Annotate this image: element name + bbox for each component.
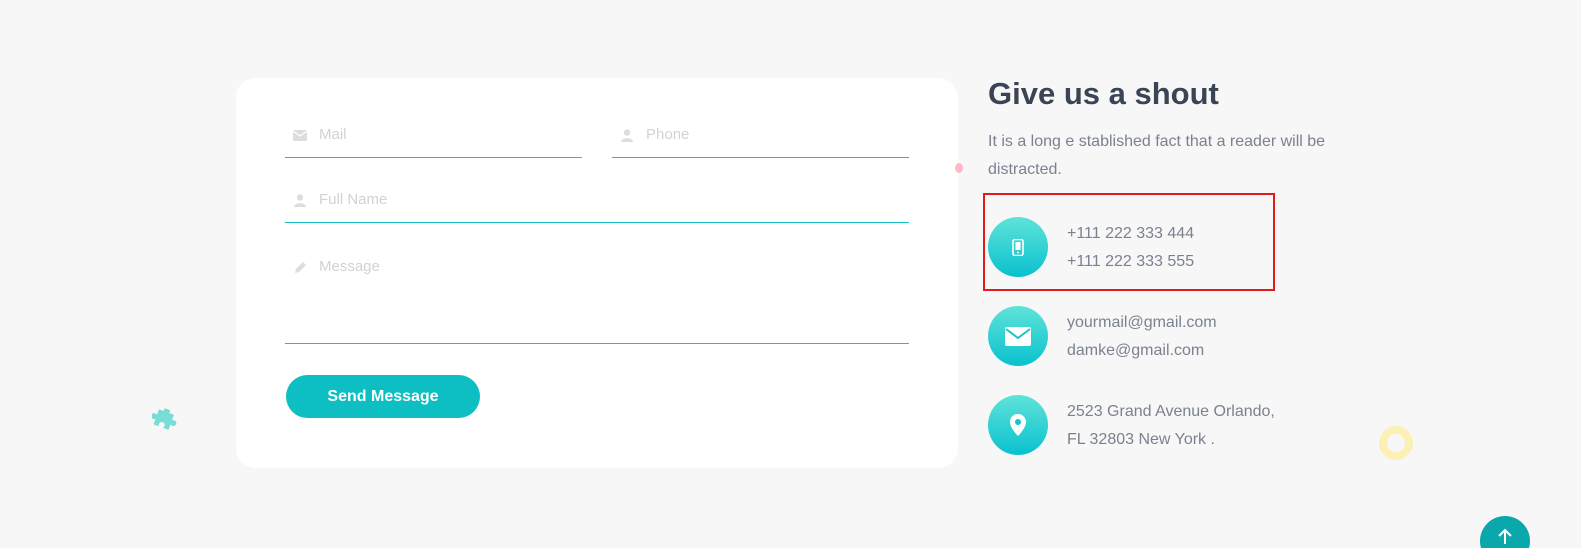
pencil-icon <box>293 260 307 274</box>
user-icon <box>293 193 307 207</box>
email-line-1: yourmail@gmail.com <box>1067 314 1217 331</box>
address-line-2: FL 32803 New York . <box>1067 431 1215 448</box>
user-icon <box>620 128 634 142</box>
contact-form-card: Send Message <box>236 78 958 468</box>
section-title: Give us a shout <box>988 76 1219 111</box>
address-line-1: 2523 Grand Avenue Orlando, <box>1067 403 1275 420</box>
email-line-2: damke@gmail.com <box>1067 342 1205 359</box>
fullname-field <box>285 191 909 223</box>
scroll-to-top-button[interactable] <box>1480 516 1530 548</box>
section-intro: It is a long e stablished fact that a re… <box>988 133 1326 178</box>
message-field <box>285 258 909 344</box>
highlight-box <box>983 193 1275 291</box>
pink-dot-decoration <box>955 163 963 173</box>
envelope-icon <box>988 306 1048 366</box>
message-input[interactable] <box>319 258 903 309</box>
yellow-ring-decoration <box>1379 426 1413 460</box>
fullname-input[interactable] <box>319 191 903 208</box>
mail-field <box>285 126 582 158</box>
phone-field <box>612 126 909 158</box>
arrow-up-icon <box>1498 528 1512 544</box>
envelope-icon <box>293 128 307 142</box>
puzzle-decoration-icon <box>151 406 178 437</box>
mail-input[interactable] <box>319 126 576 143</box>
send-message-button[interactable]: Send Message <box>286 375 480 418</box>
phone-input[interactable] <box>646 126 903 143</box>
map-pin-icon <box>988 395 1048 455</box>
